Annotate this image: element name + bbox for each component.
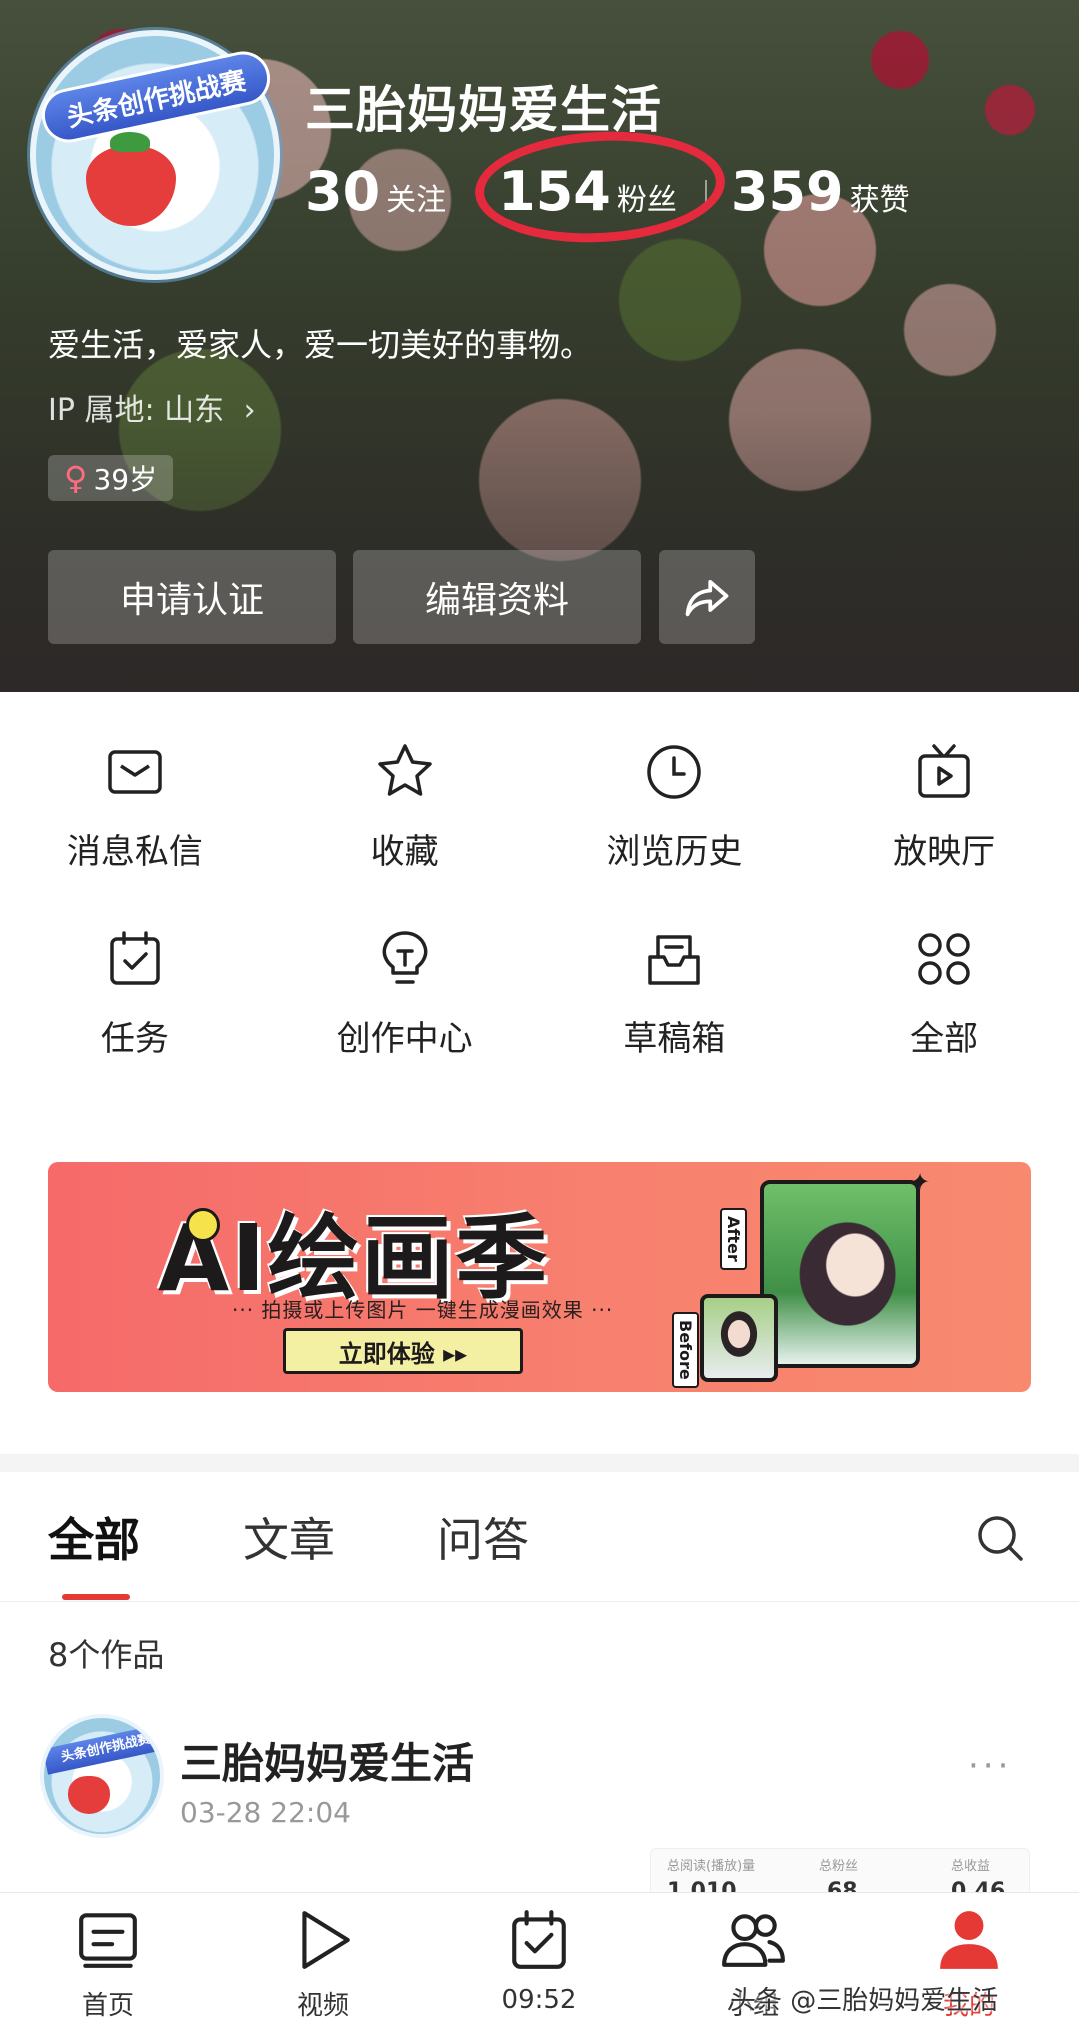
share-icon bbox=[685, 579, 729, 617]
edit-profile-button[interactable]: 编辑资料 bbox=[353, 550, 641, 644]
preview-label: 总收益 bbox=[951, 1859, 991, 1874]
active-tab-indicator bbox=[62, 1594, 130, 1600]
ai-painting-banner[interactable]: AI绘画季 ··· 拍摄或上传图片 一键生成漫画效果 ··· 立即体验 ▸▸ A… bbox=[48, 1162, 1031, 1392]
feature-grid: 消息私信 收藏 浏览历史 放映厅 任务 创作中心 草稿箱 全部 bbox=[0, 740, 1079, 1060]
grid-label: 全部 bbox=[910, 1019, 979, 1059]
preview-label: 总阅读(播放)量 bbox=[667, 1859, 756, 1874]
banner-subtitle: ··· 拍摄或上传图片 一键生成漫画效果 ··· bbox=[232, 1298, 614, 1322]
watermark: 头条 @三胎妈妈爱生活 bbox=[730, 1986, 999, 2016]
preview-label: 总粉丝 bbox=[819, 1859, 859, 1874]
age-tag: ♀ 39岁 bbox=[48, 455, 174, 501]
following-stat[interactable]: 30 关注 bbox=[305, 160, 446, 223]
grid-item-theater[interactable]: 放映厅 bbox=[809, 740, 1079, 873]
smile-icon bbox=[186, 1208, 220, 1242]
profile-header: 头条创作挑战赛 三胎妈妈爱生活 30 关注 154 粉丝 359 获赞 爱生活，… bbox=[0, 0, 1079, 692]
avatar-badge: 头条创作挑战赛 bbox=[36, 46, 276, 148]
grid-icon bbox=[918, 933, 970, 985]
following-label: 关注 bbox=[386, 183, 447, 218]
grid-label: 消息私信 bbox=[66, 832, 203, 872]
tab-article[interactable]: 文章 bbox=[243, 1504, 335, 1570]
post-time: 03-28 22:04 bbox=[180, 1796, 351, 1829]
works-count: 8个作品 bbox=[48, 1636, 165, 1674]
share-button[interactable] bbox=[659, 550, 755, 644]
tv-icon bbox=[918, 744, 970, 798]
grid-label: 草稿箱 bbox=[623, 1019, 726, 1059]
before-tag: Before bbox=[672, 1312, 699, 1388]
chevron-right-icon: › bbox=[243, 393, 256, 428]
grid-item-tasks[interactable]: 任务 bbox=[0, 927, 270, 1060]
strawberry-image bbox=[86, 132, 176, 226]
inbox-icon bbox=[648, 935, 701, 985]
more-options-icon[interactable]: ··· bbox=[968, 1746, 1012, 1786]
female-icon: ♀ bbox=[64, 459, 88, 497]
post-author-avatar[interactable]: 头条创作挑战赛 bbox=[40, 1714, 164, 1838]
tab-all[interactable]: 全部 bbox=[48, 1504, 140, 1570]
sparkle-icon: ✦ bbox=[910, 1168, 931, 1196]
bottom-navigation: 首页 视频 09:52 小组 我的 bbox=[0, 1892, 1079, 2040]
lightbulb-icon bbox=[382, 931, 428, 984]
grid-item-history[interactable]: 浏览历史 bbox=[540, 740, 810, 873]
likes-stat[interactable]: 359 获赞 bbox=[731, 160, 910, 223]
grid-label: 创作中心 bbox=[336, 1019, 473, 1059]
fans-highlight-circle bbox=[472, 125, 728, 249]
home-feed-icon bbox=[79, 1913, 137, 1968]
post-author-name[interactable]: 三胎妈妈爱生活 bbox=[180, 1730, 474, 1791]
grid-item-creator-center[interactable]: 创作中心 bbox=[270, 927, 540, 1060]
grid-item-all[interactable]: 全部 bbox=[809, 927, 1079, 1060]
nav-label: 09:52 bbox=[501, 1985, 577, 2015]
search-icon[interactable] bbox=[974, 1512, 1026, 1564]
grid-label: 任务 bbox=[100, 1019, 169, 1059]
users-icon bbox=[722, 1914, 785, 1967]
section-separator bbox=[0, 1454, 1079, 1472]
apply-verify-button[interactable]: 申请认证 bbox=[48, 550, 336, 644]
grid-item-favorites[interactable]: 收藏 bbox=[270, 740, 540, 873]
user-icon bbox=[940, 1911, 998, 1969]
tab-qa[interactable]: 问答 bbox=[437, 1504, 529, 1570]
likes-count: 359 bbox=[730, 160, 844, 223]
after-tag: After bbox=[720, 1208, 747, 1270]
star-icon bbox=[377, 744, 432, 796]
nav-label: 视频 bbox=[296, 1991, 349, 2021]
calendar-check-icon bbox=[512, 1910, 566, 1969]
following-count: 30 bbox=[305, 160, 381, 223]
after-image bbox=[760, 1180, 920, 1368]
nav-video[interactable]: 视频 bbox=[243, 1907, 403, 2022]
play-icon bbox=[302, 1911, 350, 1969]
age-text: 39岁 bbox=[93, 463, 158, 496]
content-tabs: 全部 文章 问答 bbox=[0, 1472, 1079, 1602]
grid-label: 浏览历史 bbox=[606, 832, 743, 872]
nav-home[interactable]: 首页 bbox=[28, 1907, 188, 2022]
ip-location[interactable]: IP 属地: 山东 › bbox=[48, 385, 256, 429]
avatar-badge: 头条创作挑战赛 bbox=[44, 1723, 160, 1775]
grid-label: 收藏 bbox=[370, 832, 439, 872]
clock-icon bbox=[647, 745, 702, 799]
profile-avatar[interactable]: 头条创作挑战赛 bbox=[30, 30, 280, 280]
nav-label: 首页 bbox=[81, 1991, 134, 2021]
nav-tasks[interactable]: 09:52 bbox=[459, 1907, 619, 2015]
calendar-check-icon bbox=[110, 931, 160, 985]
grid-item-drafts[interactable]: 草稿箱 bbox=[540, 927, 810, 1060]
strawberry-image bbox=[68, 1776, 110, 1814]
likes-label: 获赞 bbox=[849, 183, 910, 218]
mail-icon bbox=[108, 750, 162, 794]
before-image bbox=[700, 1294, 778, 1382]
grid-label: 放映厅 bbox=[893, 832, 996, 872]
ip-location-text: IP 属地: 山东 bbox=[48, 393, 225, 428]
grid-item-messages[interactable]: 消息私信 bbox=[0, 740, 270, 873]
try-now-button[interactable]: 立即体验 ▸▸ bbox=[283, 1328, 523, 1374]
profile-bio: 爱生活，爱家人，爱一切美好的事物。 bbox=[48, 326, 593, 364]
